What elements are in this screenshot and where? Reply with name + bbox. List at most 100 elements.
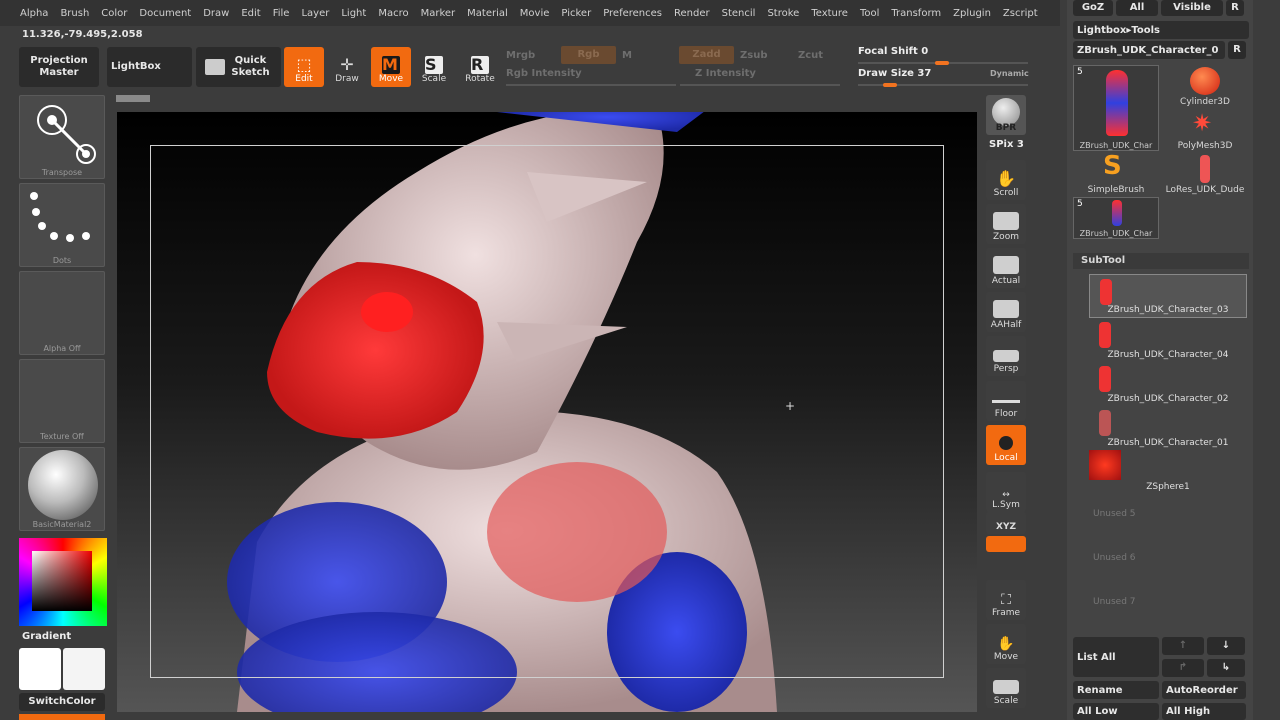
menu-layer[interactable]: Layer [295,8,335,19]
subtool-item[interactable]: ZBrush_UDK_Character_02 [1089,362,1247,406]
list-all-button[interactable]: List All [1073,637,1159,677]
arrow-up-button[interactable]: ↑ [1162,637,1204,655]
subtool-header[interactable]: SubTool [1073,253,1249,269]
visible-button[interactable]: Visible [1161,0,1223,16]
texture-button[interactable]: Texture Off [19,359,105,443]
autoreorder-button[interactable]: AutoReorder [1162,681,1246,699]
rgb-button[interactable]: Rgb [561,46,616,64]
goz-button[interactable]: GoZ [1073,0,1113,16]
subtool-item[interactable]: ZBrush_UDK_Character_03 [1089,274,1247,318]
quick-sketch-button[interactable]: Quick Sketch [196,47,281,87]
saturation-square[interactable] [32,551,92,611]
alpha-button[interactable]: Alpha Off [19,271,105,355]
move-down-button[interactable]: ↳ [1207,659,1245,677]
menu-document[interactable]: Document [133,8,197,19]
menu-light[interactable]: Light [335,8,372,19]
menu-tool[interactable]: Tool [854,8,885,19]
tool-item-cylinder[interactable]: Cylinder3D [1162,65,1248,107]
move-up-button[interactable]: ↱ [1162,659,1204,677]
mrgb-button[interactable]: Mrgb [506,50,535,61]
arrow-down-button[interactable]: ↓ [1207,637,1245,655]
tool-item-lores-dude[interactable]: LoRes_UDK_Dude [1162,153,1248,195]
switchcolor-button[interactable]: SwitchColor [19,693,105,711]
scale-view-button[interactable]: Scale [986,668,1026,708]
persp-button[interactable]: Persp [986,336,1026,376]
lightbox-tools-button[interactable]: Lightbox▸Tools [1073,21,1249,39]
menu-render[interactable]: Render [668,8,716,19]
local-button[interactable]: Local [986,425,1026,465]
menu-stroke[interactable]: Stroke [761,8,805,19]
z-intensity-slider[interactable]: Z Intensity [695,68,756,79]
m-button[interactable]: M [622,50,632,61]
menu-texture[interactable]: Texture [805,8,854,19]
tool-r-button[interactable]: R [1228,41,1246,59]
tool-item-polymesh[interactable]: ✷ PolyMesh3D [1162,109,1248,151]
all-low-button[interactable]: All Low [1073,703,1159,720]
move-tool-button[interactable]: M Move [371,47,411,87]
rgb-intensity-slider[interactable]: Rgb Intensity [506,68,582,79]
draw-size-knob[interactable] [883,83,897,87]
spix-slider[interactable]: SPix 3 [989,139,1024,150]
floor-button[interactable]: Floor [986,381,1026,421]
zadd-button[interactable]: Zadd [679,46,734,64]
menu-zplugin[interactable]: Zplugin [947,8,997,19]
color-picker[interactable] [19,538,107,626]
actual-button[interactable]: Actual [986,248,1026,288]
subtool-item[interactable]: ZSphere1 [1089,450,1247,494]
tool-thumb-character[interactable]: 5 ZBrush_UDK_Char [1073,65,1159,151]
draw-tool-button[interactable]: ✛ Draw [327,47,367,87]
zcut-button[interactable]: Zcut [798,50,823,61]
menu-movie[interactable]: Movie [514,8,556,19]
menu-alpha[interactable]: Alpha [14,8,54,19]
stroke-dots-button[interactable]: Dots [19,183,105,267]
menu-draw[interactable]: Draw [197,8,235,19]
edit-tool-button[interactable]: ⬚ Edit [284,47,324,87]
primary-color-swatch[interactable] [19,648,61,690]
zsub-button[interactable]: Zsub [740,50,767,61]
frame-button[interactable]: ⛶ Frame [986,580,1026,620]
all-high-button[interactable]: All High [1162,703,1246,720]
projection-master-button[interactable]: Projection Master [19,47,99,87]
menu-preferences[interactable]: Preferences [597,8,668,19]
menu-marker[interactable]: Marker [415,8,462,19]
tool-item-simplebrush[interactable]: S SimpleBrush [1073,151,1159,195]
menu-file[interactable]: File [267,8,296,19]
rgb-intensity-track[interactable] [506,84,676,86]
menu-material[interactable]: Material [461,8,514,19]
z-intensity-track[interactable] [680,84,840,86]
xyz-button[interactable]: XYZ [986,512,1026,534]
focal-shift-knob[interactable] [935,61,949,65]
scale-tool-button[interactable]: S Scale [414,47,454,87]
r-button[interactable]: R [1226,0,1244,16]
move-view-button[interactable]: ✋ Move [986,624,1026,664]
zoom-button[interactable]: Zoom [986,204,1026,244]
y-rotate-button[interactable] [986,536,1026,552]
focal-shift-slider[interactable]: Focal Shift 0 [858,46,928,57]
subtool-item[interactable]: ZBrush_UDK_Character_04 [1089,318,1247,362]
rename-button[interactable]: Rename [1073,681,1159,699]
menu-color[interactable]: Color [95,8,133,19]
rotate-tool-button[interactable]: R Rotate [460,47,500,87]
bpr-button[interactable]: BPR [986,95,1026,135]
subtool-item[interactable]: ZBrush_UDK_Character_01 [1089,406,1247,450]
dynamic-toggle[interactable]: Dynamic [990,69,1029,78]
current-tool-name[interactable]: ZBrush_UDK_Character_0 [1073,41,1225,59]
menu-edit[interactable]: Edit [235,8,266,19]
canvas-viewport[interactable]: + [117,112,977,712]
menu-picker[interactable]: Picker [555,8,597,19]
menu-transform[interactable]: Transform [885,8,947,19]
all-button[interactable]: All [1116,0,1158,16]
material-button[interactable]: BasicMaterial2 [19,447,105,531]
secondary-color-swatch[interactable] [63,648,105,690]
menu-macro[interactable]: Macro [372,8,414,19]
scroll-handle[interactable] [116,95,150,102]
aahalf-button[interactable]: AAHalf [986,292,1026,332]
lsym-button[interactable]: ↔ L.Sym [986,472,1026,512]
menu-stencil[interactable]: Stencil [716,8,762,19]
menu-zscript[interactable]: Zscript [997,8,1044,19]
tool-item-character-2[interactable]: 5 ZBrush_UDK_Char [1073,197,1159,239]
menu-brush[interactable]: Brush [54,8,95,19]
scroll-button[interactable]: ✋ Scroll [986,160,1026,200]
lightbox-button[interactable]: LightBox [107,47,192,87]
draw-size-slider[interactable]: Draw Size 37 [858,68,931,79]
